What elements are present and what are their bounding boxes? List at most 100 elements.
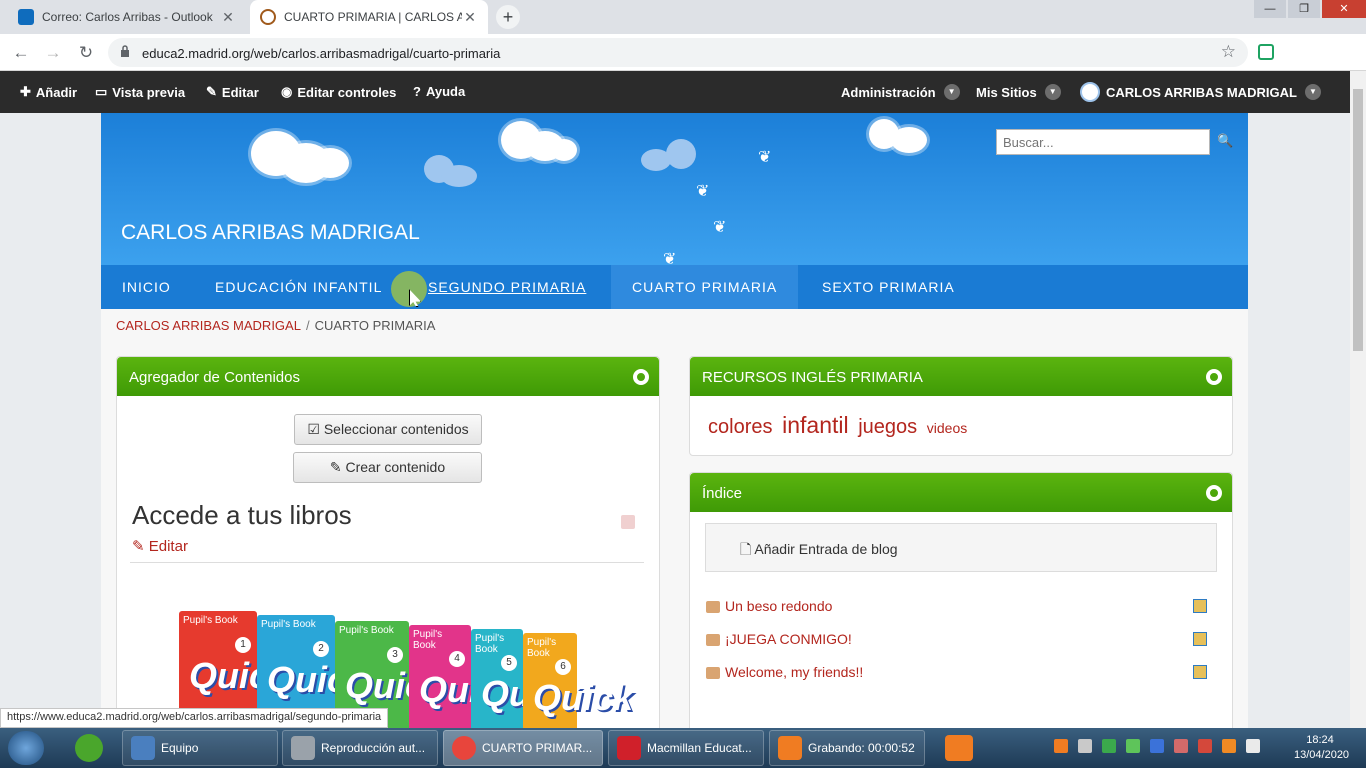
window-controls: — ❐ ✕ [1252, 0, 1366, 18]
blog-entry-link[interactable]: ¡JUEGA CONMIGO! [706, 631, 852, 647]
tab-outlook[interactable]: Correo: Carlos Arribas - Outlook ✕ [8, 0, 246, 34]
portlet-title: Índice [702, 485, 743, 502]
new-tab-button[interactable]: + [496, 5, 520, 29]
search-icon[interactable]: 🔍 [1217, 133, 1233, 149]
add-button[interactable]: ✚ Añadir [20, 84, 77, 100]
preview-button[interactable]: ▭ Vista previa [95, 84, 185, 100]
index-portlet: Índice 🗋 Añadir Entrada de blog Un beso … [689, 472, 1233, 728]
edit-entry-icon[interactable] [1193, 599, 1207, 613]
edit-entry-icon[interactable] [1193, 632, 1207, 646]
nav-educacion-infantil[interactable]: EDUCACIÓN INFANTIL [194, 265, 403, 309]
butterfly-icon: ❦ [696, 183, 710, 200]
tray-recorder-icon[interactable] [1054, 739, 1068, 753]
select-content-button[interactable]: ☑ Seleccionar contenidos [294, 414, 482, 445]
butterfly-icon: ❦ [663, 251, 677, 265]
tray-check-icon[interactable] [1126, 739, 1140, 753]
search-input[interactable] [996, 129, 1210, 155]
tag-link[interactable]: colores [708, 416, 772, 439]
page-scrollbar[interactable] [1350, 71, 1366, 728]
back-arrow-icon[interactable]: ← [10, 42, 32, 64]
scrollbar-thumb[interactable] [1353, 89, 1363, 351]
create-content-button[interactable]: ✎ Crear contenido [293, 452, 482, 483]
extension-icon[interactable] [1258, 44, 1274, 60]
blog-entry-link[interactable]: Un beso redondo [706, 598, 832, 614]
browser-tab-strip: Correo: Carlos Arribas - Outlook ✕ CUART… [0, 0, 1366, 34]
cloud-decoration [441, 165, 477, 187]
portlet-title: Agregador de Contenidos [129, 369, 300, 386]
close-icon[interactable]: ✕ [220, 9, 236, 26]
nav-cuarto-primaria[interactable]: CUARTO PRIMARIA [611, 265, 799, 309]
close-icon[interactable]: ✕ [462, 9, 478, 26]
content-aggregator-portlet: Agregador de Contenidos ☑ Seleccionar co… [116, 356, 660, 728]
nav-inicio[interactable]: INICIO [101, 265, 192, 309]
gear-icon[interactable] [1206, 369, 1222, 385]
windows-taskbar: Equipo Reproducción aut... CUARTO PRIMAR… [0, 728, 1366, 768]
tray-network-icon[interactable] [1102, 739, 1116, 753]
portlet-header: RECURSOS INGLÉS PRIMARIA [690, 357, 1232, 396]
dropbox-icon[interactable] [1246, 739, 1260, 753]
breadcrumb-root[interactable]: CARLOS ARRIBAS MADRIGAL [116, 318, 301, 333]
edit-icon: ✎ [132, 538, 149, 555]
window-close-icon[interactable]: ✕ [1322, 0, 1366, 18]
taskbar-item-chrome[interactable]: CUARTO PRIMAR... [443, 730, 603, 766]
chrome-icon [452, 736, 476, 760]
my-sites-menu[interactable]: Mis Sitios ▼ [976, 84, 1061, 100]
gear-icon[interactable] [1206, 485, 1222, 501]
tray-app-icon[interactable] [1078, 739, 1092, 753]
tab-cuarto-primaria[interactable]: CUARTO PRIMARIA | CARLOS AR ✕ [250, 0, 488, 34]
tray-tool-icon[interactable] [1174, 739, 1188, 753]
mee-icon [617, 736, 641, 760]
main-navigation: INICIO EDUCACIÓN INFANTIL SEGUNDO PRIMAR… [101, 265, 1248, 309]
tray-app2-icon[interactable] [1222, 739, 1236, 753]
checkbox-icon: ☑ [307, 421, 324, 437]
bluetooth-icon[interactable] [1150, 739, 1164, 753]
tag-link[interactable]: videos [927, 420, 967, 436]
lock-icon [121, 45, 129, 57]
avatar [1080, 82, 1100, 102]
start-button[interactable] [8, 731, 44, 765]
help-button[interactable]: ? Ayuda [413, 84, 465, 99]
butterfly-icon: ❦ [713, 219, 727, 236]
utorrent-icon[interactable] [72, 732, 106, 764]
gear-icon[interactable] [633, 369, 649, 385]
site-name[interactable]: CARLOS ARRIBAS MADRIGAL [121, 221, 420, 245]
document-icon: 🗋 [740, 541, 755, 557]
edit-article-link[interactable]: ✎ Editar [132, 537, 188, 555]
add-blog-entry-button[interactable]: 🗋 Añadir Entrada de blog [705, 523, 1217, 572]
screenshot-camera-icon[interactable] [942, 732, 976, 764]
bookmark-star-icon[interactable]: ☆ [1221, 42, 1236, 62]
minimize-icon[interactable]: — [1254, 0, 1286, 18]
cloud-decoration [891, 127, 927, 153]
tab-title: Correo: Carlos Arribas - Outlook [42, 10, 213, 24]
tag-link[interactable]: infantil [782, 412, 848, 439]
edit-entry-icon[interactable] [1193, 665, 1207, 679]
reload-icon[interactable]: ↻ [75, 42, 97, 64]
nav-segundo-primaria[interactable]: SEGUNDO PRIMARIA [407, 265, 607, 309]
forward-arrow-icon[interactable]: → [42, 42, 64, 64]
tray-security-icon[interactable] [1198, 739, 1212, 753]
address-bar[interactable]: educa2.madrid.org/web/carlos.arribasmadr… [108, 38, 1248, 67]
taskbar-item-recording[interactable]: Grabando: 00:00:52 [769, 730, 925, 766]
edit-button[interactable]: ✎ Editar [206, 84, 259, 100]
portlet-header: Agregador de Contenidos [117, 357, 659, 396]
taskbar-item-macmillan[interactable]: Macmillan Educat... [608, 730, 764, 766]
blog-entry-link[interactable]: Welcome, my friends!! [706, 664, 863, 680]
cloud-decoration [666, 139, 696, 169]
admin-menu[interactable]: Administración ▼ [841, 84, 960, 100]
taskbar-item-equipo[interactable]: Equipo [122, 730, 278, 766]
portlet-title: RECURSOS INGLÉS PRIMARIA [702, 369, 923, 386]
tag-link[interactable]: juegos [858, 416, 917, 439]
tag-cloud: colores infantil juegos videos [708, 412, 973, 439]
outlook-icon [18, 9, 34, 25]
blog-entry-icon [706, 601, 720, 614]
nav-sexto-primaria[interactable]: SEXTO PRIMARIA [801, 265, 976, 309]
butterfly-icon: ❦ [758, 149, 772, 166]
maximize-icon[interactable]: ❐ [1288, 0, 1320, 18]
system-clock[interactable]: 18:24 13/04/2020 [1294, 733, 1349, 763]
user-menu[interactable]: CARLOS ARRIBAS MADRIGAL ▼ [1080, 82, 1321, 102]
image-edit-icon[interactable] [621, 515, 635, 529]
question-icon: ? [413, 84, 421, 99]
tab-title: CUARTO PRIMARIA | CARLOS AR [284, 10, 462, 24]
taskbar-item-autoplay[interactable]: Reproducción aut... [282, 730, 438, 766]
edit-controls-button[interactable]: ◉ Editar controles [281, 84, 396, 100]
